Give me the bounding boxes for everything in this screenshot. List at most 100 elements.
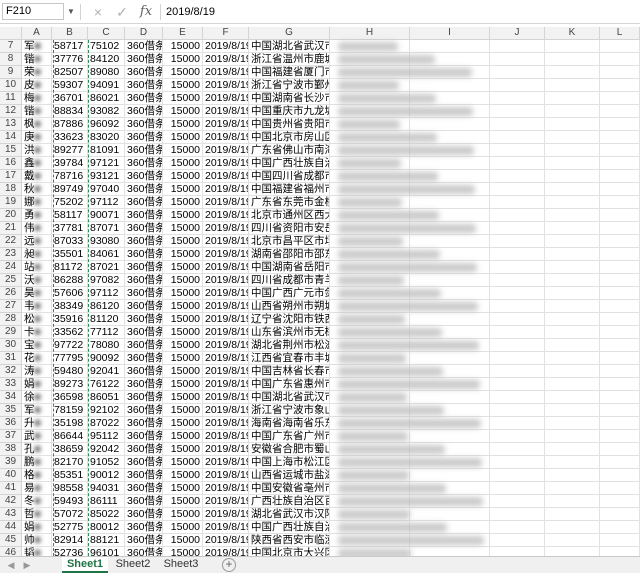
cell-b[interactable]: 77795 (52, 352, 88, 365)
cell-j[interactable] (490, 443, 545, 456)
cell-a[interactable]: 荣■ (22, 66, 52, 79)
cell-i[interactable] (410, 79, 490, 92)
cell-e[interactable]: 15000 (163, 443, 203, 456)
cell-l[interactable] (600, 443, 640, 456)
cell-d[interactable]: 360借条 (125, 209, 163, 222)
row-header[interactable]: 45 (0, 534, 22, 547)
cell-c[interactable]: 93082 (88, 105, 125, 118)
cell-i[interactable] (410, 547, 490, 556)
cell-e[interactable]: 15000 (163, 352, 203, 365)
cell-k[interactable] (545, 105, 600, 118)
cell-g[interactable]: 中国北京市大兴区西 (249, 547, 330, 556)
cell-k[interactable] (545, 209, 600, 222)
cell-l[interactable] (600, 209, 640, 222)
row-header[interactable]: 17 (0, 170, 22, 183)
column-header-l[interactable]: L (600, 27, 640, 40)
cell-l[interactable] (600, 378, 640, 391)
cell-a[interactable]: 花■ (22, 352, 52, 365)
cell-l[interactable] (600, 456, 640, 469)
cell-f[interactable]: 2019/8/19 (203, 547, 249, 556)
cell-g[interactable]: 中国上海市松江区申 (249, 456, 330, 469)
cell-k[interactable] (545, 170, 600, 183)
row-header[interactable]: 31 (0, 352, 22, 365)
cell-g[interactable]: 山东省滨州市无棣县 (249, 326, 330, 339)
cell-e[interactable]: 15000 (163, 144, 203, 157)
cell-e[interactable]: 15000 (163, 209, 203, 222)
row-header[interactable]: 21 (0, 222, 22, 235)
cell-j[interactable] (490, 66, 545, 79)
cell-j[interactable] (490, 495, 545, 508)
cell-k[interactable] (545, 274, 600, 287)
cell-g[interactable]: 中国广东省惠州市惠 (249, 378, 330, 391)
cell-c[interactable]: 87071 (88, 222, 125, 235)
cell-a[interactable]: 鹏■ (22, 456, 52, 469)
cell-d[interactable]: 360借条 (125, 261, 163, 274)
cell-k[interactable] (545, 326, 600, 339)
cell-e[interactable]: 15000 (163, 469, 203, 482)
cell-g[interactable]: 陕西省西安市临潼区 (249, 534, 330, 547)
cell-e[interactable]: 15000 (163, 417, 203, 430)
cell-c[interactable]: 97121 (88, 157, 125, 170)
cell-b[interactable]: 52736 (52, 547, 88, 556)
cell-j[interactable] (490, 469, 545, 482)
cell-c[interactable]: 77112 (88, 326, 125, 339)
cell-i[interactable] (410, 40, 490, 53)
cell-f[interactable]: 2019/8/19 (203, 534, 249, 547)
cell-f[interactable]: 2019/8/19 (203, 274, 249, 287)
cell-j[interactable] (490, 339, 545, 352)
cell-j[interactable] (490, 326, 545, 339)
cell-f[interactable]: 2019/8/19 (203, 417, 249, 430)
cell-g[interactable]: 中国北京市房山区阳 (249, 131, 330, 144)
column-header-h[interactable]: H (330, 27, 410, 40)
cell-j[interactable] (490, 378, 545, 391)
cell-k[interactable] (545, 79, 600, 92)
cell-k[interactable] (545, 196, 600, 209)
row-header[interactable]: 26 (0, 287, 22, 300)
cell-k[interactable] (545, 469, 600, 482)
cell-d[interactable]: 360借条 (125, 183, 163, 196)
cell-k[interactable] (545, 131, 600, 144)
cell-l[interactable] (600, 339, 640, 352)
cell-f[interactable]: 2019/8/19 (203, 66, 249, 79)
cell-c[interactable]: 91052 (88, 456, 125, 469)
cell-a[interactable]: 升■ (22, 417, 52, 430)
cell-k[interactable] (545, 547, 600, 556)
row-header[interactable]: 43 (0, 508, 22, 521)
cell-j[interactable] (490, 404, 545, 417)
cell-b[interactable]: 97722 (52, 339, 88, 352)
cell-l[interactable] (600, 261, 640, 274)
cell-d[interactable]: 360借条 (125, 53, 163, 66)
row-header[interactable]: 41 (0, 482, 22, 495)
cell-k[interactable] (545, 482, 600, 495)
tab-sheet3[interactable]: Sheet3 (158, 557, 204, 573)
cell-b[interactable]: 98558 (52, 482, 88, 495)
cell-f[interactable]: 2019/8/19 (203, 222, 249, 235)
cell-a[interactable]: 勇■ (22, 209, 52, 222)
cell-l[interactable] (600, 66, 640, 79)
cell-j[interactable] (490, 131, 545, 144)
cell-b[interactable]: 59307 (52, 79, 88, 92)
cell-f[interactable]: 2019/8/19 (203, 79, 249, 92)
cell-b[interactable]: 35198 (52, 417, 88, 430)
cell-i[interactable] (410, 391, 490, 404)
cell-e[interactable]: 15000 (163, 430, 203, 443)
cell-i[interactable] (410, 352, 490, 365)
row-header[interactable]: 39 (0, 456, 22, 469)
cell-l[interactable] (600, 417, 640, 430)
cell-j[interactable] (490, 482, 545, 495)
cell-j[interactable] (490, 105, 545, 118)
row-header[interactable]: 10 (0, 79, 22, 92)
cell-a[interactable]: 昊■ (22, 287, 52, 300)
row-header[interactable]: 38 (0, 443, 22, 456)
cell-l[interactable] (600, 196, 640, 209)
cell-j[interactable] (490, 196, 545, 209)
cell-c[interactable]: 93121 (88, 170, 125, 183)
cell-l[interactable] (600, 521, 640, 534)
cell-l[interactable] (600, 92, 640, 105)
cell-c[interactable]: 90012 (88, 469, 125, 482)
cell-g[interactable]: 中国福建省福州市长 (249, 183, 330, 196)
cell-f[interactable]: 2019/8/19 (203, 157, 249, 170)
cell-e[interactable]: 15000 (163, 53, 203, 66)
cell-k[interactable] (545, 391, 600, 404)
cell-l[interactable] (600, 313, 640, 326)
